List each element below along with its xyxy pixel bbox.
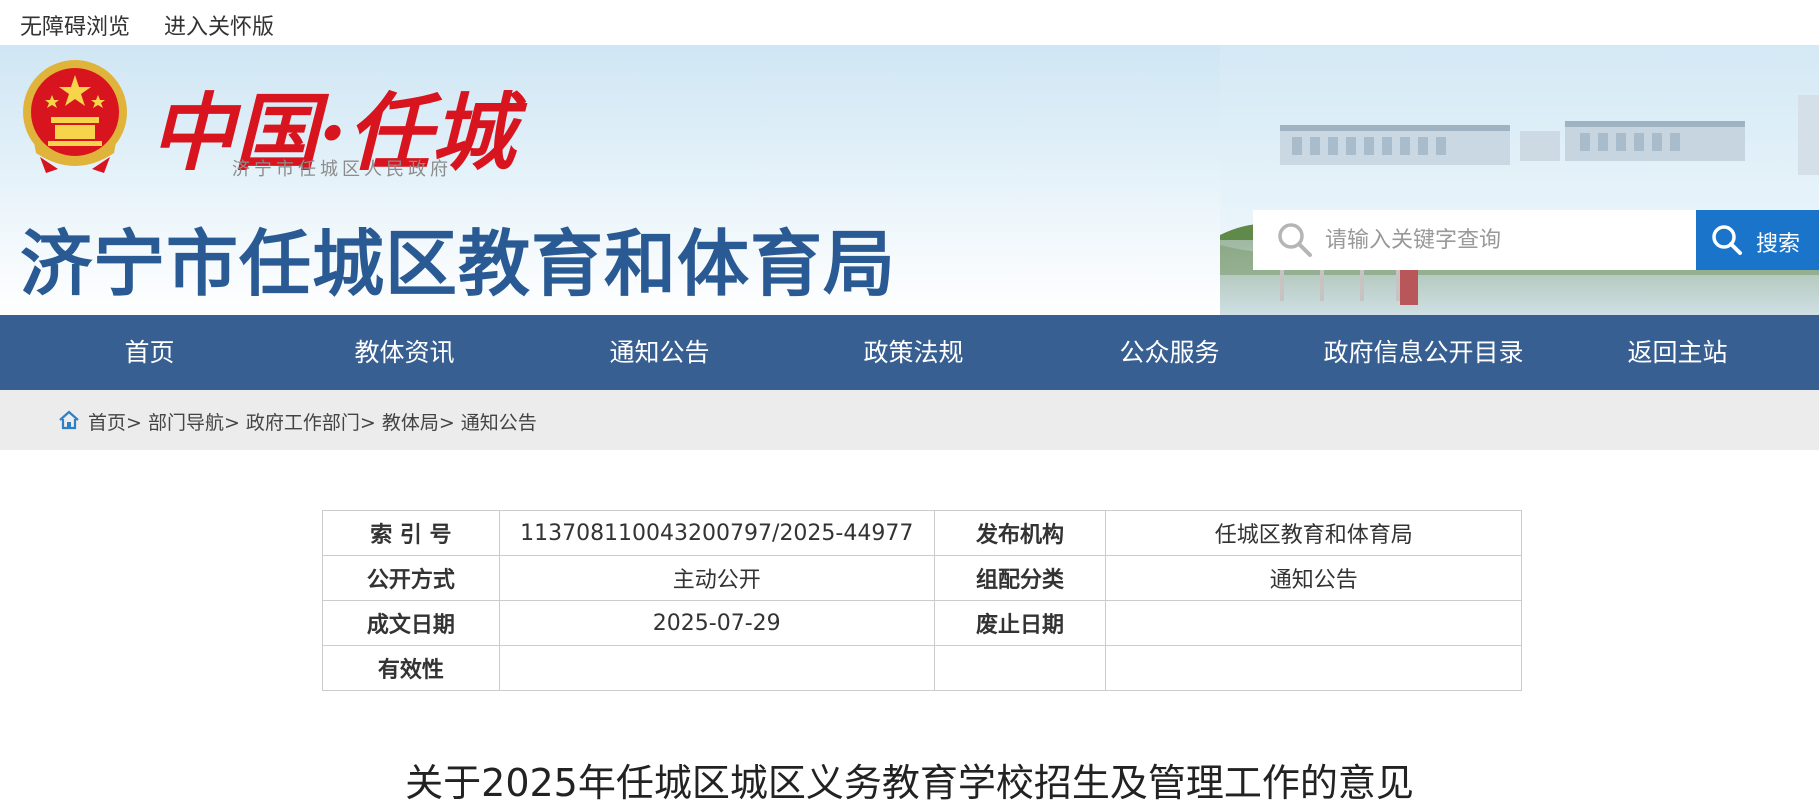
breadcrumb: 首页> 部门导航> 政府工作部门> 教体局> 通知公告: [0, 390, 1819, 450]
breadcrumb-notices[interactable]: 通知公告: [461, 412, 537, 434]
table-row: 有效性: [322, 645, 1522, 691]
banner-scenery-image: [1220, 45, 1819, 315]
breadcrumb-separator: >: [438, 412, 455, 434]
search-icon: [1278, 223, 1312, 257]
header-banner: 中国·任城 济宁市任城区人民政府 济宁市任城区教育和体育局 请输入关键字查询 搜…: [0, 45, 1819, 315]
publisher-value: 任城区教育和体育局: [1105, 510, 1522, 556]
index-number-label: 索 引 号: [322, 510, 500, 556]
table-row: 成文日期 2025-07-29 废止日期: [322, 600, 1522, 646]
search-bar: 搜索: [1253, 210, 1819, 270]
breadcrumb-separator: >: [223, 412, 240, 434]
search-box: [1253, 210, 1696, 270]
document-title: 关于2025年任城区城区义务教育学校招生及管理工作的意见: [405, 761, 1414, 805]
zhongguo-rencheng-logo: 中国·任城: [150, 83, 528, 182]
nav-item-home[interactable]: 首页: [22, 315, 277, 390]
nav-item-main-site[interactable]: 返回主站: [1550, 315, 1805, 390]
accessible-browse-link[interactable]: 无障碍浏览: [20, 9, 130, 41]
top-utility-bar: 无障碍浏览 进入关怀版: [0, 0, 1819, 45]
breadcrumb-gov-depts[interactable]: 政府工作部门: [246, 412, 360, 434]
breadcrumb-separator: >: [126, 412, 142, 434]
search-button-icon: [1712, 225, 1742, 255]
nav-item-notices[interactable]: 通知公告: [532, 315, 787, 390]
table-row: 公开方式 主动公开 组配分类 通知公告: [322, 555, 1522, 601]
search-button[interactable]: 搜索: [1696, 210, 1819, 270]
site-title: 济宁市任城区教育和体育局: [20, 222, 897, 306]
validity-value: [498, 645, 935, 691]
repeal-date-label: 废止日期: [933, 600, 1107, 646]
breadcrumb-trail: 首页> 部门导航> 政府工作部门> 教体局> 通知公告: [88, 408, 537, 435]
main-nav: 首页 教体资讯 通知公告 政策法规 公众服务 政府信息公开目录 返回主站: [0, 315, 1819, 390]
national-emblem-icon: [23, 60, 127, 173]
search-button-label: 搜索: [1756, 232, 1801, 257]
category-label: 组配分类: [933, 555, 1107, 601]
breadcrumb-separator: >: [359, 412, 376, 434]
breadcrumb-edu-bureau[interactable]: 教体局: [382, 412, 439, 434]
document-info-table: 索 引 号 113708110043200797/2025-44977 发布机构…: [322, 510, 1522, 691]
empty-cell: [933, 645, 1107, 691]
index-number-value: 113708110043200797/2025-44977: [498, 510, 935, 556]
table-row: 索 引 号 113708110043200797/2025-44977 发布机构…: [322, 510, 1522, 556]
breadcrumb-dept-nav[interactable]: 部门导航: [148, 412, 224, 434]
home-icon: [59, 410, 79, 430]
disclosure-method-value: 主动公开: [498, 555, 935, 601]
written-date-label: 成文日期: [322, 600, 500, 646]
publisher-label: 发布机构: [933, 510, 1107, 556]
care-version-link[interactable]: 进入关怀版: [164, 9, 274, 41]
nav-item-news[interactable]: 教体资讯: [277, 315, 532, 390]
breadcrumb-home[interactable]: 首页: [88, 412, 126, 434]
nav-item-policies[interactable]: 政策法规: [786, 315, 1041, 390]
empty-cell: [1105, 645, 1522, 691]
repeal-date-value: [1105, 600, 1522, 646]
written-date-value: 2025-07-29: [498, 600, 935, 646]
logo-subtitle: 济宁市任城区人民政府: [232, 159, 452, 180]
category-value: 通知公告: [1105, 555, 1522, 601]
nav-item-public-services[interactable]: 公众服务: [1042, 315, 1297, 390]
disclosure-method-label: 公开方式: [322, 555, 500, 601]
nav-item-info-disclosure[interactable]: 政府信息公开目录: [1296, 315, 1551, 390]
search-input[interactable]: [1325, 210, 1685, 270]
validity-label: 有效性: [322, 645, 500, 691]
